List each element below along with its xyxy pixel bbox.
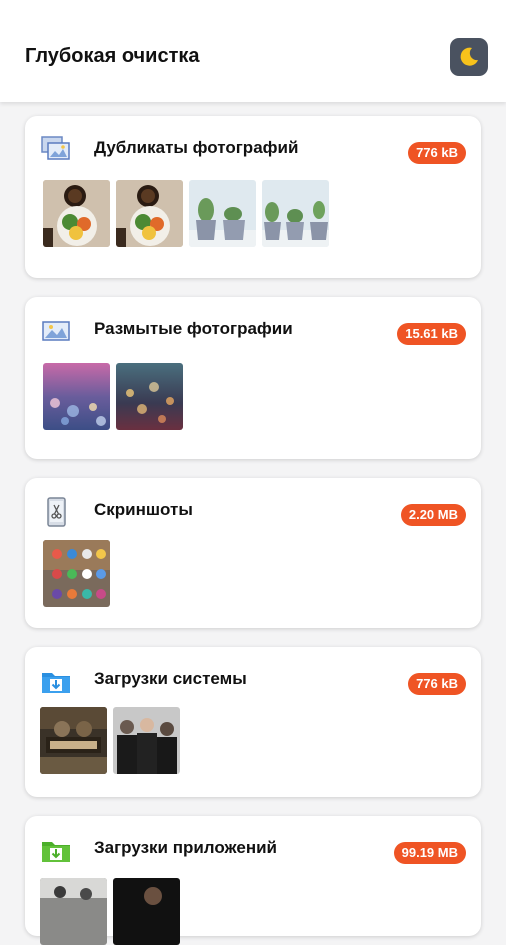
thumbnail-food-bowl-photo[interactable] xyxy=(43,180,110,247)
size-badge: 776 kB xyxy=(408,142,466,164)
thumbnail-city-bokeh-photo[interactable] xyxy=(116,363,183,430)
card-title: Загрузки приложений xyxy=(94,838,277,857)
landscape-photo-icon xyxy=(42,321,70,341)
card-duplicate-photos[interactable]: Дубликаты фотографий 776 kB xyxy=(25,116,481,278)
size-badge: 99.19 MB xyxy=(393,842,466,864)
card-title: Загрузки системы xyxy=(94,669,247,688)
folder-download-icon xyxy=(42,673,70,693)
page-title: Глубокая очистка xyxy=(25,45,200,67)
card-title: Скриншоты xyxy=(94,500,193,519)
thumbnail-bokeh-lights-photo[interactable] xyxy=(43,363,110,430)
thumbnail-cactus-pots-photo[interactable] xyxy=(262,180,329,247)
card-screenshots[interactable]: Скриншоты 2.20 MB xyxy=(25,478,481,628)
green-folder-download-icon xyxy=(42,842,70,862)
size-badge: 15.61 kB xyxy=(397,323,466,345)
thumbnail-movie-poster[interactable] xyxy=(40,707,107,774)
app-bar: Глубокая очистка xyxy=(0,0,506,102)
thumbnail-band-photo[interactable] xyxy=(113,707,180,774)
thumbnail-street-photo[interactable] xyxy=(40,878,107,945)
cards-list: Дубликаты фотографий 776 kB Размытые фот… xyxy=(0,102,506,945)
thumbnail-cactus-pots-photo[interactable] xyxy=(189,180,256,247)
card-blurred-photos[interactable]: Размытые фотографии 15.61 kB xyxy=(25,297,481,459)
card-title: Дубликаты фотографий xyxy=(94,138,299,157)
photos-stack-icon xyxy=(41,136,70,160)
size-badge: 776 kB xyxy=(408,673,466,695)
thumbnail-food-bowl-photo[interactable] xyxy=(116,180,183,247)
phone-scissors-icon xyxy=(47,497,66,527)
moon-icon xyxy=(460,47,478,66)
card-app-downloads[interactable]: Загрузки приложений 99.19 MB xyxy=(25,816,481,945)
size-badge: 2.20 MB xyxy=(400,504,466,526)
night-mode-button[interactable] xyxy=(450,38,488,76)
thumbnail-dark-portrait-photo[interactable] xyxy=(113,878,180,945)
card-title: Размытые фотографии xyxy=(94,319,293,338)
card-system-downloads[interactable]: Загрузки системы 776 kB xyxy=(25,647,481,797)
thumbnail-homescreen-screenshot[interactable] xyxy=(43,540,110,607)
